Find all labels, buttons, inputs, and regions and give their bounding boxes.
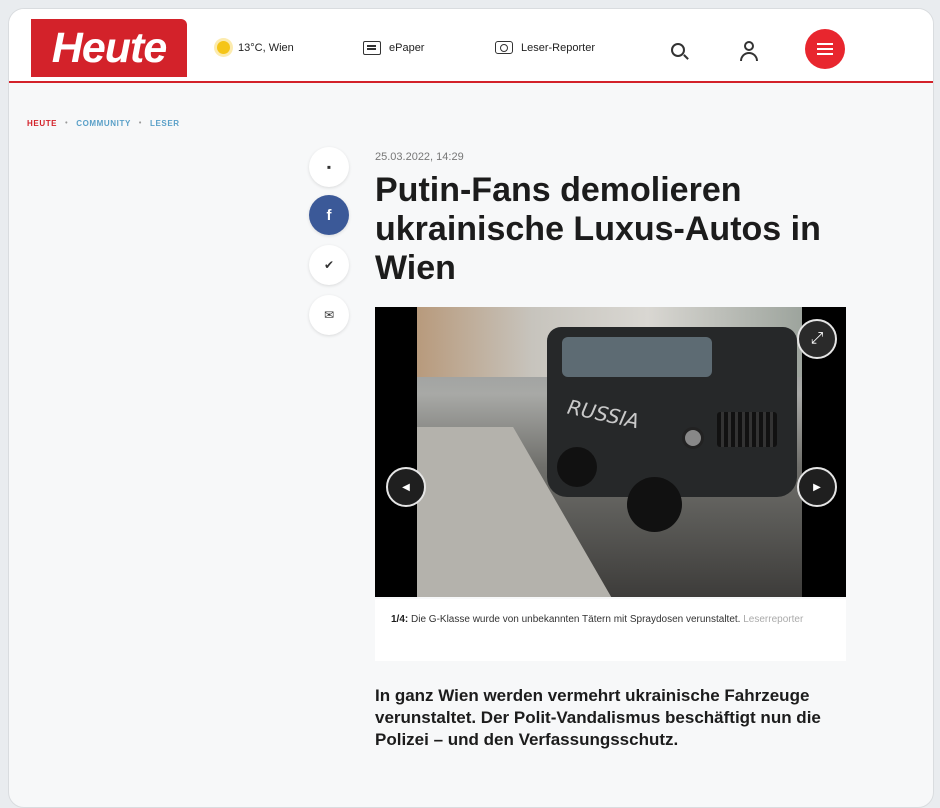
gallery-counter: 1/4: [391, 614, 409, 625]
twitter-icon: ✔ [323, 258, 335, 272]
photo-car-headlight [682, 427, 704, 449]
breadcrumb-community[interactable]: COMMUNITY [76, 119, 131, 128]
breadcrumb-home[interactable]: HEUTE [27, 119, 57, 128]
gallery-photo[interactable]: RUSSIA [417, 307, 802, 597]
gallery-next-button[interactable]: ▶ [797, 467, 837, 507]
comment-button[interactable]: ▪ [309, 147, 349, 187]
user-icon[interactable] [739, 39, 759, 61]
newspaper-icon [363, 41, 381, 55]
camera-icon [495, 41, 513, 54]
site-header: Heute 13°C, Wien ePaper Leser-Reporter [9, 9, 933, 83]
menu-button[interactable] [805, 29, 845, 69]
facebook-icon: f [326, 206, 332, 224]
breadcrumb-leser[interactable]: LESER [150, 119, 180, 128]
gallery-credit: Leserreporter [743, 614, 804, 625]
article-lead: In ganz Wien werden vermehrt ukrainische… [375, 686, 821, 749]
leser-reporter-label: Leser-Reporter [521, 41, 595, 54]
user-icon-head [744, 41, 754, 51]
chevron-left-icon: ◀ [402, 481, 410, 493]
article-title: Putin-Fans demolieren ukrainische Luxus-… [375, 171, 821, 287]
gallery-caption: 1/4: Die G-Klasse wurde von unbekannten … [375, 599, 846, 661]
fullscreen-button[interactable]: ⤢ [797, 319, 837, 359]
browser-frame: Heute 13°C, Wien ePaper Leser-Reporter H… [8, 8, 934, 808]
breadcrumb-separator: • [138, 120, 142, 127]
chevron-right-icon: ▶ [813, 481, 821, 493]
hamburger-icon [817, 48, 833, 50]
photo-car-grill [717, 412, 777, 447]
weather-label: 13°C, Wien [238, 41, 294, 54]
weather-widget[interactable]: 13°C, Wien [217, 41, 294, 54]
breadcrumb: HEUTE • COMMUNITY • LESER [27, 119, 180, 128]
comment-icon: ▪ [326, 160, 332, 174]
sun-icon [217, 41, 230, 54]
hamburger-icon [817, 53, 833, 55]
leser-reporter-link[interactable]: Leser-Reporter [495, 41, 595, 54]
gallery-caption-text: Die G-Klasse wurde von unbekannten Täter… [411, 614, 741, 625]
mail-icon: ✉ [323, 308, 335, 322]
search-icon[interactable] [671, 43, 685, 57]
epaper-link[interactable]: ePaper [363, 41, 424, 55]
photo-car-wheel [557, 447, 597, 487]
expand-icon: ⤢ [810, 330, 824, 347]
hamburger-icon [817, 43, 833, 45]
mail-share-button[interactable]: ✉ [309, 295, 349, 335]
heute-logo[interactable]: Heute [31, 19, 187, 77]
image-gallery: RUSSIA [375, 307, 846, 597]
epaper-label: ePaper [389, 42, 425, 54]
twitter-share-button[interactable]: ✔ [309, 245, 349, 285]
gallery-prev-button[interactable]: ◀ [386, 467, 426, 507]
facebook-share-button[interactable]: f [309, 195, 349, 235]
user-icon-body [740, 52, 758, 61]
breadcrumb-separator: • [65, 120, 69, 127]
photo-car-wheel [627, 477, 682, 532]
photo-car-window [562, 337, 712, 377]
article-date: 25.03.2022, 14:29 [375, 151, 464, 163]
